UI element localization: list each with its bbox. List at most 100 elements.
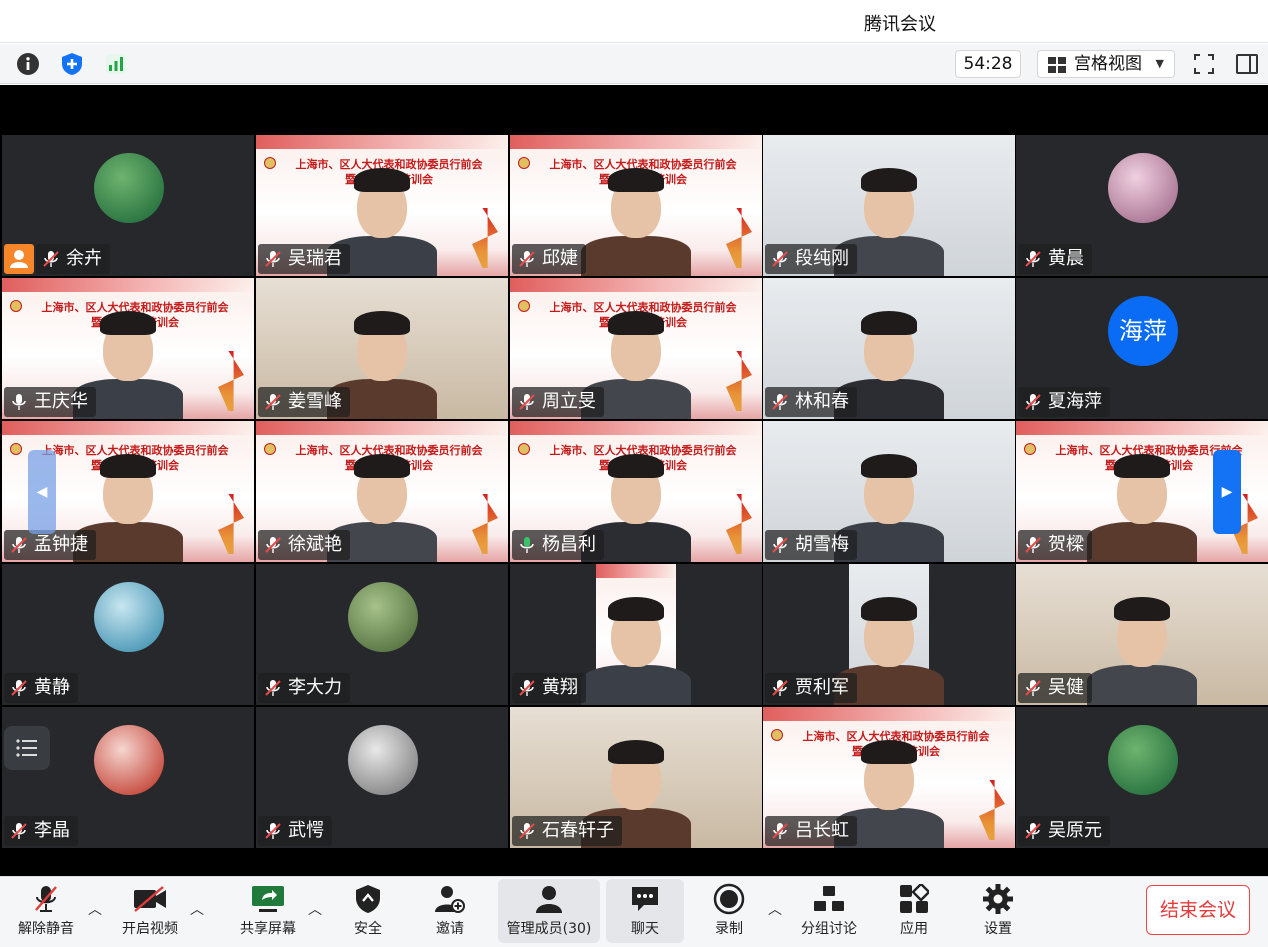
mic-muted-icon [265,680,281,696]
participant-tile[interactable]: 段纯刚 [763,135,1015,276]
participant-name: 吴原元 [1048,820,1102,841]
fullscreen-icon[interactable] [1192,52,1216,76]
participant-tile[interactable]: 海萍夏海萍 [1016,278,1268,419]
record-button[interactable]: 录制 [702,879,756,943]
participant-tile[interactable]: 胡雪梅 [763,421,1015,562]
signal-strength-icon[interactable] [104,52,128,76]
participant-name-tag: 李大力 [258,673,350,703]
info-icon[interactable] [16,52,40,76]
mic-muted-icon [265,823,281,839]
avatar [348,725,418,795]
participant-tile[interactable]: 上海市、区人大代表和政协委员行前会暨参政议政培训会邱婕 [510,135,762,276]
person-silhouette [1082,575,1202,705]
participant-tile[interactable]: 石春轩子 [510,707,762,848]
invite-label: 邀请 [436,921,464,937]
video-options-chevron-icon[interactable]: ︿ [190,899,204,919]
record-icon [713,883,745,915]
participant-tile[interactable]: 李大力 [256,564,508,705]
avatar [1108,725,1178,795]
participant-name: 黄晨 [1048,248,1084,269]
shield-icon[interactable] [60,52,84,76]
mic-icon [12,394,26,410]
settings-label: 设置 [984,921,1012,937]
participant-tile[interactable]: 黄晨 [1016,135,1268,276]
share-screen-button[interactable]: 共享屏幕 [232,879,304,943]
top-toolbar: 54:28 宫格视图 ▼ [0,44,1268,84]
mic-muted-icon [1025,251,1041,267]
apps-icon [900,884,929,913]
participant-name: 胡雪梅 [795,534,849,555]
unmute-label: 解除静音 [18,921,74,937]
participant-tile[interactable]: 武愕 [256,707,508,848]
participant-name-tag: 徐斌艳 [258,530,350,560]
participant-name: 姜雪峰 [288,391,342,412]
start-video-label: 开启视频 [122,921,178,937]
participant-tile[interactable]: 黄翔 [510,564,762,705]
title-bar: 腾讯会议 [0,0,1268,43]
participant-tile[interactable]: 上海市、区人大代表和政协委员行前会暨参政议政培训会吴瑞君 [256,135,508,276]
participant-name-tag: 姜雪峰 [258,387,350,417]
unmute-button[interactable]: 解除静音 [10,879,82,943]
chat-button[interactable]: 聊天 [606,879,684,943]
participant-name: 林和春 [795,391,849,412]
avatar [94,153,164,223]
participant-tile[interactable]: 黄静 [2,564,254,705]
sidebar-toggle-icon[interactable] [1235,52,1259,76]
video-top-margin [0,85,1268,134]
emblem-icon [10,300,22,312]
participant-tile[interactable]: 上海市、区人大代表和政协委员行前会暨参政议政培训会周立旻 [510,278,762,419]
emblem-icon [264,157,276,169]
apps-button[interactable]: 应用 [884,879,944,943]
share-screen-label: 共享屏幕 [240,921,296,937]
participant-tile[interactable]: 上海市、区人大代表和政协委员行前会暨参政议政培训会吕长虹 [763,707,1015,848]
avatar: 海萍 [1108,296,1178,366]
manage-members-button[interactable]: 管理成员(30) [498,879,600,943]
participant-name: 贺樑 [1048,534,1084,555]
member-list-toggle[interactable] [4,726,50,770]
mic-muted-icon [772,394,788,410]
mic-muted-icon [1025,823,1041,839]
participant-name-tag: 周立旻 [512,387,604,417]
participant-tile[interactable]: 上海市、区人大代表和政协委员行前会暨参政议政培训会王庆华 [2,278,254,419]
participant-name-tag: 杨昌利 [512,530,604,560]
security-button[interactable]: 安全 [340,879,396,943]
mic-muted-icon [1025,394,1041,410]
host-badge [4,244,34,274]
view-mode-select[interactable]: 宫格视图 ▼ [1037,50,1175,78]
audio-options-chevron-icon[interactable]: ︿ [88,899,102,919]
participant-tile[interactable]: 吴健 [1016,564,1268,705]
participant-tile[interactable]: 上海市、区人大代表和政协委员行前会暨参政议政培训会徐斌艳 [256,421,508,562]
participant-name-tag: 段纯刚 [765,244,857,274]
participant-name: 吴瑞君 [288,248,342,269]
participant-name-tag: 余卉 [36,244,110,274]
participant-name: 夏海萍 [1048,391,1102,412]
mic-muted-icon [772,680,788,696]
next-page-button[interactable]: ▶ [1213,450,1241,534]
participant-tile[interactable]: 林和春 [763,278,1015,419]
participant-tile[interactable]: 余卉 [2,135,254,276]
breakout-rooms-label: 分组讨论 [801,921,857,937]
window-title: 腾讯会议 [864,14,936,35]
participant-tile[interactable]: 姜雪峰 [256,278,508,419]
participant-name: 余卉 [66,248,102,269]
participant-name: 段纯刚 [795,248,849,269]
mic-muted-icon [11,823,27,839]
breakout-rooms-button[interactable]: 分组讨论 [796,879,862,943]
share-options-chevron-icon[interactable]: ︿ [308,899,322,919]
start-video-button[interactable]: 开启视频 [112,879,188,943]
mic-muted-icon [519,680,535,696]
prev-page-button[interactable]: ◀ [28,450,56,534]
camera-off-icon [134,886,166,912]
settings-button[interactable]: 设置 [968,879,1028,943]
security-shield-icon [356,885,380,913]
end-meeting-button[interactable]: 结束会议 [1146,885,1250,935]
participant-tile[interactable]: 吴原元 [1016,707,1268,848]
record-options-chevron-icon[interactable]: ︿ [768,899,782,919]
participant-name-tag: 李晶 [4,816,78,846]
participant-tile[interactable]: 上海市、区人大代表和政协委员行前会暨参政议政培训会杨昌利 [510,421,762,562]
invite-button[interactable]: 邀请 [420,879,480,943]
add-user-icon [435,886,465,913]
participant-tile[interactable]: 贾利军 [763,564,1015,705]
mic-muted-icon [35,886,57,912]
participant-name: 孟钟捷 [34,534,88,555]
